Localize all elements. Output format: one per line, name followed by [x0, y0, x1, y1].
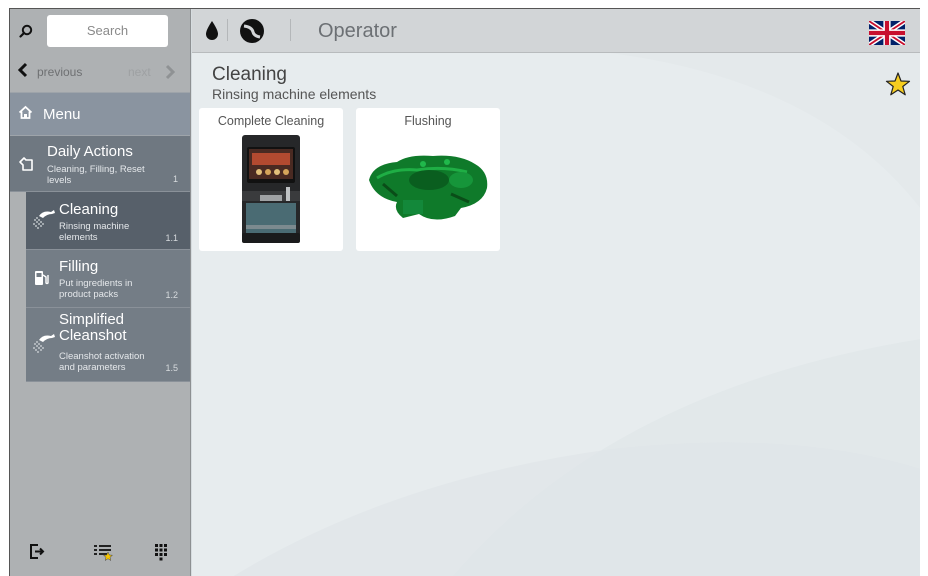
main-panel: Operator Cleaning Rinsing machine elemen…: [192, 9, 920, 576]
pager: previous next: [10, 52, 190, 92]
sidebar-footer: [10, 523, 191, 576]
daily-actions-number: 1: [172, 174, 178, 184]
cleaning-desc: Rinsing machine elements: [59, 221, 130, 243]
divider: [227, 19, 228, 41]
sub-item-list: Cleaning Rinsing machine elements 1.1 Fi…: [26, 192, 190, 382]
next-button[interactable]: next: [128, 65, 151, 79]
cleaning-title: Cleaning: [59, 201, 119, 218]
page-title: Cleaning: [212, 64, 287, 85]
cleaning-number: 1.1: [165, 233, 178, 243]
app-title: Operator: [318, 20, 397, 42]
filling-title: Filling: [59, 258, 99, 275]
daily-actions-subtitle: Cleaning, Filling, Reset levels: [47, 164, 145, 186]
sidebar-item-cleaning[interactable]: Cleaning Rinsing machine elements 1.1: [26, 192, 190, 250]
card-complete-cleaning[interactable]: Complete Cleaning: [199, 108, 343, 251]
coffee-machine-image: [199, 132, 343, 248]
page-subtitle: Rinsing machine elements: [212, 86, 377, 102]
rinse-icon: [31, 206, 57, 237]
hand-icon: [18, 155, 36, 178]
search-input[interactable]: Search: [47, 14, 168, 47]
home-icon: [18, 105, 33, 124]
filling-number: 1.2: [165, 290, 178, 300]
daily-actions-title: Daily Actions: [47, 143, 133, 160]
brewing-unit-image: [356, 132, 500, 248]
card-flushing[interactable]: Flushing: [356, 108, 500, 251]
filling-desc: Put ingredients in product packs: [59, 278, 133, 300]
menu-label: Menu: [43, 105, 81, 123]
sidebar: Search previous next Menu Daily Actions …: [10, 9, 191, 576]
previous-button[interactable]: previous: [37, 65, 82, 79]
cleanshot-title: Simplified Cleanshot: [59, 311, 127, 344]
menu-item[interactable]: Menu: [10, 92, 190, 136]
search-icon[interactable]: [18, 23, 34, 39]
divider: [290, 19, 291, 41]
card-label: Flushing: [404, 114, 452, 128]
logout-icon[interactable]: [29, 543, 45, 565]
card-label: Complete Cleaning: [217, 114, 325, 128]
top-bar: Operator: [192, 9, 920, 53]
uk-flag-icon[interactable]: [867, 19, 907, 50]
favorites-list-icon[interactable]: [93, 543, 114, 566]
sidebar-item-simplified-cleanshot[interactable]: Simplified Cleanshot Cleanshot activatio…: [26, 308, 190, 382]
keypad-icon[interactable]: [154, 543, 168, 566]
next-chevron-icon[interactable]: [164, 64, 176, 85]
previous-chevron-icon[interactable]: [17, 62, 29, 83]
favorite-star-icon[interactable]: [885, 71, 911, 102]
sidebar-item-filling[interactable]: Filling Put ingredients in product packs…: [26, 250, 190, 308]
water-drop-icon[interactable]: [204, 20, 220, 47]
app-frame: Search previous next Menu Daily Actions …: [9, 8, 920, 576]
cleanshot-desc: Cleanshot activation and parameters: [59, 351, 145, 373]
cleanshot-number: 1.5: [165, 363, 178, 373]
search-row: Search: [10, 9, 190, 52]
fuel-pump-icon: [34, 269, 50, 292]
rinse-icon: [31, 330, 57, 361]
coffee-bean-icon[interactable]: [239, 18, 265, 49]
sidebar-item-daily-actions[interactable]: Daily Actions Cleaning, Filling, Reset l…: [10, 136, 190, 192]
